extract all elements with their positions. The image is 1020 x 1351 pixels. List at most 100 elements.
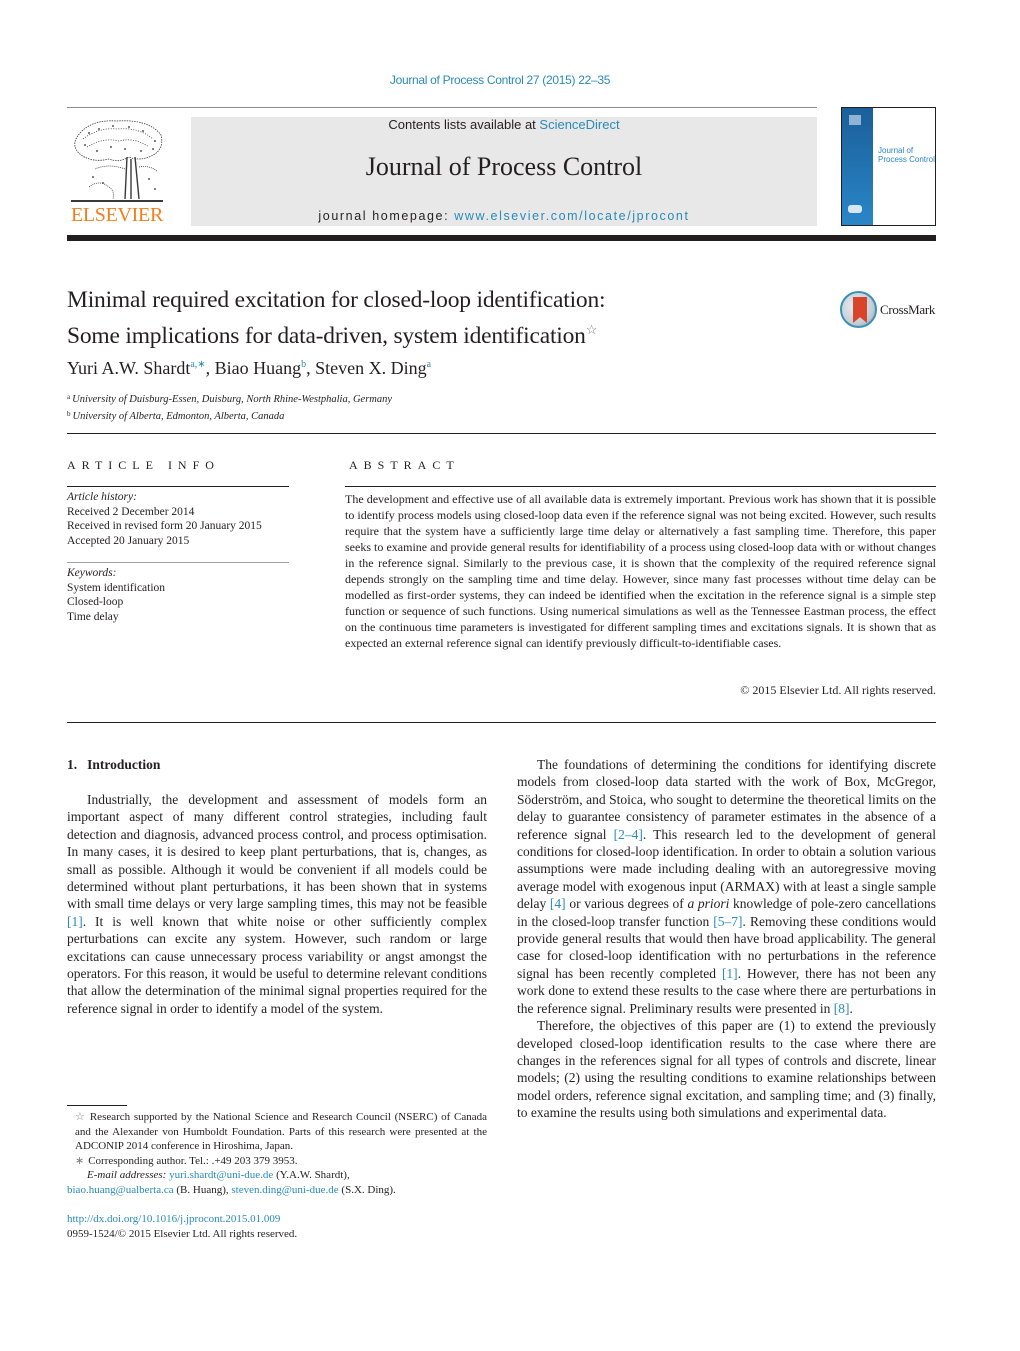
title-line-1: Minimal required excitation for closed-l… bbox=[67, 287, 606, 313]
contents-prefix: Contents lists available at bbox=[388, 117, 540, 132]
title-line-2-text: Some implications for data-driven, syste… bbox=[67, 322, 586, 349]
citation-link[interactable]: [1] bbox=[722, 966, 738, 981]
abstract-body: The development and effective use of all… bbox=[345, 492, 936, 650]
homepage-prefix: journal homepage: bbox=[318, 209, 455, 223]
front-matter-divider bbox=[67, 433, 936, 434]
sciencedirect-link[interactable]: ScienceDirect bbox=[539, 117, 619, 132]
abstract-copyright: © 2015 Elsevier Ltd. All rights reserved… bbox=[740, 683, 936, 697]
italic-phrase: a priori bbox=[687, 896, 730, 912]
affiliation-text: University of Duisburg-Essen, Duisburg, … bbox=[72, 394, 393, 405]
abstract-rule bbox=[345, 486, 936, 487]
cover-title-line2: Process Control bbox=[878, 155, 935, 164]
keyword-item: System identification bbox=[67, 581, 166, 594]
abstract-bottom-rule bbox=[67, 722, 936, 723]
email-link[interactable]: yuri.shardt@uni-due.de bbox=[169, 1169, 273, 1181]
cover-elsevier-icon bbox=[849, 115, 861, 125]
email-link[interactable]: biao.huang@ualberta.ca bbox=[67, 1184, 174, 1196]
author-affil-sup[interactable]: a bbox=[427, 359, 431, 370]
elsevier-wordmark: ELSEVIER bbox=[70, 204, 164, 226]
citation-link[interactable]: [5–7] bbox=[713, 914, 742, 929]
journal-cover-thumbnail[interactable]: Journal of Process Control bbox=[841, 107, 936, 226]
journal-title: Journal of Process Control bbox=[365, 152, 643, 181]
intro-right-column: The foundations of determining the condi… bbox=[517, 756, 936, 1122]
journal-masthead: Contents lists available at ScienceDirec… bbox=[191, 117, 817, 226]
section-title: Introduction bbox=[87, 757, 161, 772]
history-item: Received 2 December 2014 bbox=[67, 505, 195, 518]
elsevier-logo: ELSEVIER bbox=[67, 117, 167, 229]
history-label: Article history: bbox=[67, 491, 137, 503]
section-heading-introduction: 1. Introduction bbox=[67, 757, 160, 773]
keywords: Keywords: System identification Closed-l… bbox=[67, 566, 165, 624]
author-name[interactable]: Yuri A.W. Shardt bbox=[67, 358, 190, 378]
masthead-divider bbox=[67, 235, 936, 241]
paragraph-text: . bbox=[849, 1000, 853, 1016]
footnotes: ☆ Research supported by the National Scie… bbox=[67, 1110, 487, 1197]
email-owner: (Y.A.W. Shardt), bbox=[273, 1169, 350, 1181]
author-separator: , bbox=[205, 358, 215, 378]
cover-title: Journal of Process Control bbox=[878, 146, 935, 164]
funding-text: Research supported by the National Scien… bbox=[75, 1111, 487, 1152]
footnote-rule bbox=[67, 1105, 127, 1106]
citation-link[interactable]: [2–4] bbox=[614, 827, 643, 842]
title-line-2: Some implications for data-driven, syste… bbox=[67, 315, 827, 351]
crossmark-icon bbox=[840, 291, 877, 328]
keywords-label: Keywords: bbox=[67, 567, 117, 579]
intro-paragraph-1: Industrially, the development and assess… bbox=[67, 791, 487, 1017]
article-history: Article history: Received 2 December 201… bbox=[67, 490, 262, 548]
email-footnote: E-mail addresses: yuri.shardt@uni-due.de… bbox=[67, 1168, 487, 1197]
affiliation-item: a University of Duisburg-Essen, Duisburg,… bbox=[67, 390, 392, 407]
doi-link[interactable]: http://dx.doi.org/10.1016/j.jprocont.201… bbox=[67, 1213, 280, 1225]
section-number: 1. bbox=[67, 757, 78, 772]
citation-link[interactable]: [8] bbox=[834, 1001, 850, 1016]
affiliation-text: University of Alberta, Edmonton, Alberta… bbox=[72, 411, 285, 422]
doi-block: http://dx.doi.org/10.1016/j.jprocont.201… bbox=[67, 1212, 297, 1241]
keyword-item: Closed-loop bbox=[67, 596, 124, 608]
citation-link[interactable]: [1] bbox=[67, 914, 83, 929]
keyword-item: Time delay bbox=[67, 610, 119, 623]
crossmark-badge[interactable]: CrossMark bbox=[840, 291, 940, 329]
keywords-rule bbox=[67, 562, 289, 563]
footnote-asterisk-symbol: ∗ bbox=[75, 1154, 85, 1167]
cover-ifac-icon bbox=[848, 205, 862, 213]
header-rule bbox=[67, 107, 817, 108]
affiliation-key: a bbox=[67, 393, 71, 401]
funding-footnote: ☆ Research supported by the National Scie… bbox=[67, 1110, 487, 1154]
intro-paragraph-3: Therefore, the objectives of this paper … bbox=[517, 1018, 936, 1121]
running-head-citation[interactable]: Journal of Process Control 27 (2015) 22–… bbox=[0, 73, 1000, 87]
author-name[interactable]: Steven X. Ding bbox=[315, 358, 427, 378]
author-name[interactable]: Biao Huang bbox=[215, 358, 301, 378]
intro-paragraph-2: The foundations of determining the condi… bbox=[517, 756, 936, 1017]
author-affil-sup[interactable]: a,∗ bbox=[190, 359, 205, 370]
citation-link[interactable]: [4] bbox=[550, 896, 566, 911]
title-footnote-star[interactable]: ☆ bbox=[586, 322, 598, 337]
affiliation-item: b University of Alberta, Edmonton, Albert… bbox=[67, 407, 392, 424]
email-owner: (S.X. Ding). bbox=[338, 1183, 396, 1196]
paragraph-text: Industrially, the development and assess… bbox=[67, 792, 487, 912]
crossmark-label: CrossMark bbox=[880, 302, 936, 317]
elsevier-tree-icon bbox=[71, 120, 163, 202]
history-item: Received in revised form 20 January 2015 bbox=[67, 520, 262, 532]
article-title: Minimal required excitation for closed-l… bbox=[67, 286, 827, 351]
article-info-heading: ARTICLE INFO bbox=[67, 458, 220, 472]
cover-title-line1: Journal of bbox=[878, 146, 914, 155]
footnote-star-symbol: ☆ bbox=[75, 1111, 86, 1123]
abstract-heading: ABSTRACT bbox=[349, 458, 460, 472]
issn-line: 0959-1524/© 2015 Elsevier Ltd. All right… bbox=[67, 1227, 298, 1240]
author-list: Yuri A.W. Shardta,∗, Biao Huangb, Steven… bbox=[67, 358, 431, 379]
article-info-rule bbox=[67, 486, 289, 487]
cover-band bbox=[842, 108, 873, 225]
paragraph-text: . It is well known that white noise or o… bbox=[67, 913, 487, 1016]
crossmark-ribbon bbox=[853, 297, 867, 323]
email-label: E-mail addresses: bbox=[87, 1169, 167, 1181]
paragraph-text: or various degrees of bbox=[565, 896, 688, 912]
corresponding-footnote: ∗ Corresponding author. Tel.: .+49 203 37… bbox=[67, 1154, 487, 1169]
history-item: Accepted 20 January 2015 bbox=[67, 534, 190, 547]
email-link[interactable]: steven.ding@uni-due.de bbox=[231, 1184, 338, 1196]
affiliation-key: b bbox=[67, 410, 71, 418]
affiliations: a University of Duisburg-Essen, Duisburg,… bbox=[67, 390, 392, 424]
author-separator: , bbox=[306, 358, 316, 378]
homepage-line: journal homepage: www.elsevier.com/locat… bbox=[191, 209, 817, 223]
contents-line: Contents lists available at ScienceDirec… bbox=[191, 117, 817, 132]
journal-homepage-link[interactable]: www.elsevier.com/locate/jprocont bbox=[454, 209, 689, 223]
corresponding-text: Corresponding author. Tel.: .+49 203 379… bbox=[88, 1154, 298, 1167]
